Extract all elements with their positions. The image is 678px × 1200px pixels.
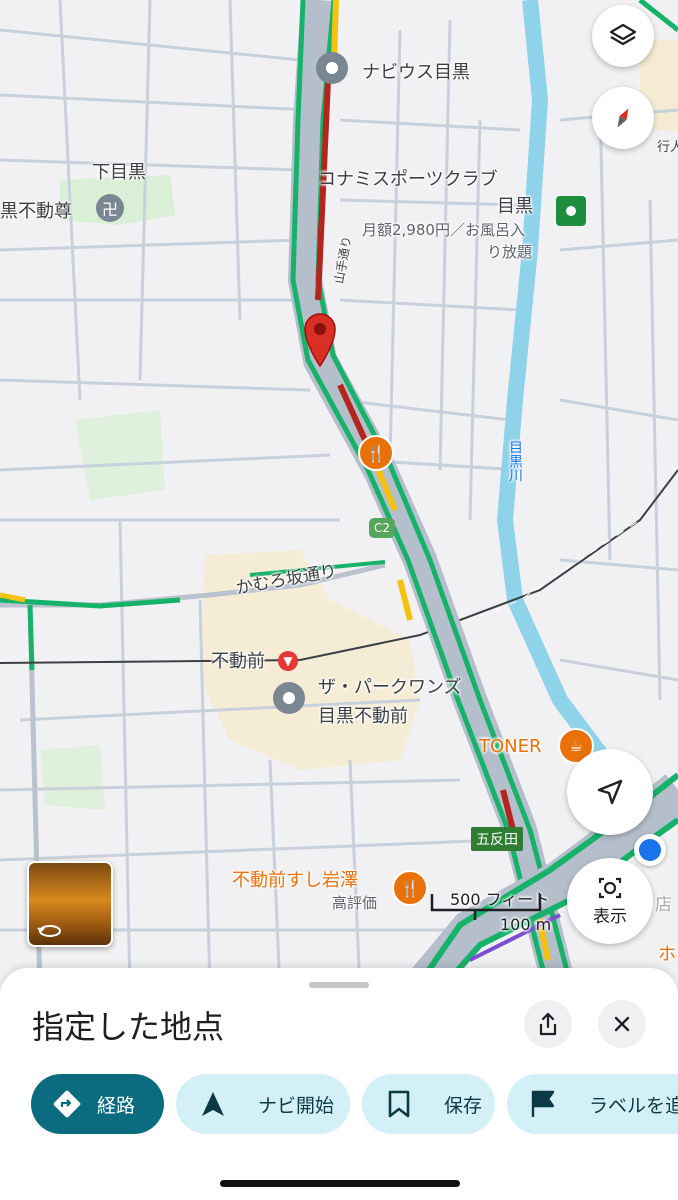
scale-bar: [430, 894, 542, 920]
directions-button[interactable]: 経路: [31, 1074, 164, 1134]
temple-icon[interactable]: 卍: [96, 194, 124, 222]
poi-label-park-wunds-2[interactable]: 目黒不動前: [318, 702, 408, 728]
map-canvas[interactable]: ナビウス目黒 コナミスポーツクラブ 目黒 月額2,980円／お風呂入 り放題 下…: [0, 0, 678, 1003]
restaurant-icon[interactable]: 🍴: [358, 435, 394, 471]
poi-label-walk: 行人: [657, 140, 678, 155]
street-view-icon: [37, 925, 61, 937]
sheet-drag-handle[interactable]: [309, 982, 369, 988]
navi-start-label: ナビ開始: [258, 1094, 335, 1117]
lens-view-button[interactable]: 表示: [567, 858, 653, 944]
lens-icon: [598, 877, 622, 898]
poi-note-konami: 月額2,980円／お風呂入: [362, 221, 525, 239]
home-indicator: [220, 1180, 460, 1187]
poi-label-navius[interactable]: ナビウス目黒: [362, 58, 470, 84]
poi-label-fragment: ホ: [658, 944, 676, 965]
bookmark-icon: [386, 1089, 426, 1119]
dot-icon: [326, 62, 338, 74]
layers-button[interactable]: [592, 5, 654, 67]
poi-label-store-fragment: 店: [655, 895, 672, 915]
poi-label-fudoson[interactable]: 黒不動尊: [0, 197, 72, 223]
add-label-label: ラベルを追加: [589, 1094, 678, 1117]
navigation-arrow-icon: [597, 779, 623, 805]
river-label-meguro: 目黒川: [507, 440, 523, 482]
save-button[interactable]: 保存: [362, 1074, 495, 1134]
sign-gotanda: 五反田: [471, 827, 523, 851]
share-button[interactable]: [524, 1000, 572, 1048]
poi-label-konami-2[interactable]: 目黒: [497, 192, 533, 218]
poi-label-park-wunds[interactable]: ザ・パークワンズ: [318, 673, 462, 699]
poi-marker-park-wunds[interactable]: [273, 682, 305, 714]
area-label-shimomeguro: 下目黒: [92, 162, 146, 183]
layers-icon: [609, 23, 637, 46]
my-location-button[interactable]: [567, 749, 653, 835]
compass-button[interactable]: [592, 87, 654, 149]
directions-icon: [51, 1088, 97, 1120]
pin-icon[interactable]: [302, 310, 338, 368]
poi-label-sushi[interactable]: 不動前すし岩澤: [232, 866, 358, 892]
add-label-button[interactable]: ラベルを追加: [507, 1074, 678, 1134]
directions-label: 経路: [97, 1094, 136, 1117]
view-button-label: 表示: [593, 906, 627, 927]
save-label: 保存: [444, 1094, 483, 1117]
map-background: [0, 0, 678, 1003]
gym-marker-icon[interactable]: [556, 196, 586, 226]
station-label-fudomae[interactable]: 不動前: [211, 647, 265, 673]
restaurant-icon[interactable]: 🍴: [392, 870, 428, 906]
compass-icon: [617, 108, 629, 128]
place-title: 指定した地点: [32, 1008, 225, 1046]
flag-icon: [529, 1089, 571, 1119]
poi-note-konami-2: り放題: [487, 243, 533, 261]
close-button[interactable]: [598, 1000, 646, 1048]
navi-start-button[interactable]: ナビ開始: [176, 1074, 350, 1134]
place-bottom-sheet[interactable]: 指定した地点 経路 ナビ開始 保存 ラベルを追: [0, 968, 678, 1200]
poi-label-toner[interactable]: TONER: [479, 736, 542, 757]
street-view-thumbnail[interactable]: [27, 861, 113, 947]
route-shield-c2: C2: [369, 518, 395, 538]
navi-icon: [200, 1090, 240, 1118]
poi-label-konami[interactable]: コナミスポーツクラブ: [318, 165, 498, 191]
share-icon: [539, 1012, 557, 1036]
my-location-dot: [634, 834, 666, 866]
close-icon: [614, 1016, 630, 1032]
poi-note-sushi: 高評価: [332, 894, 378, 912]
poi-marker-navius[interactable]: [316, 52, 348, 84]
station-icon[interactable]: ▼: [278, 651, 298, 671]
